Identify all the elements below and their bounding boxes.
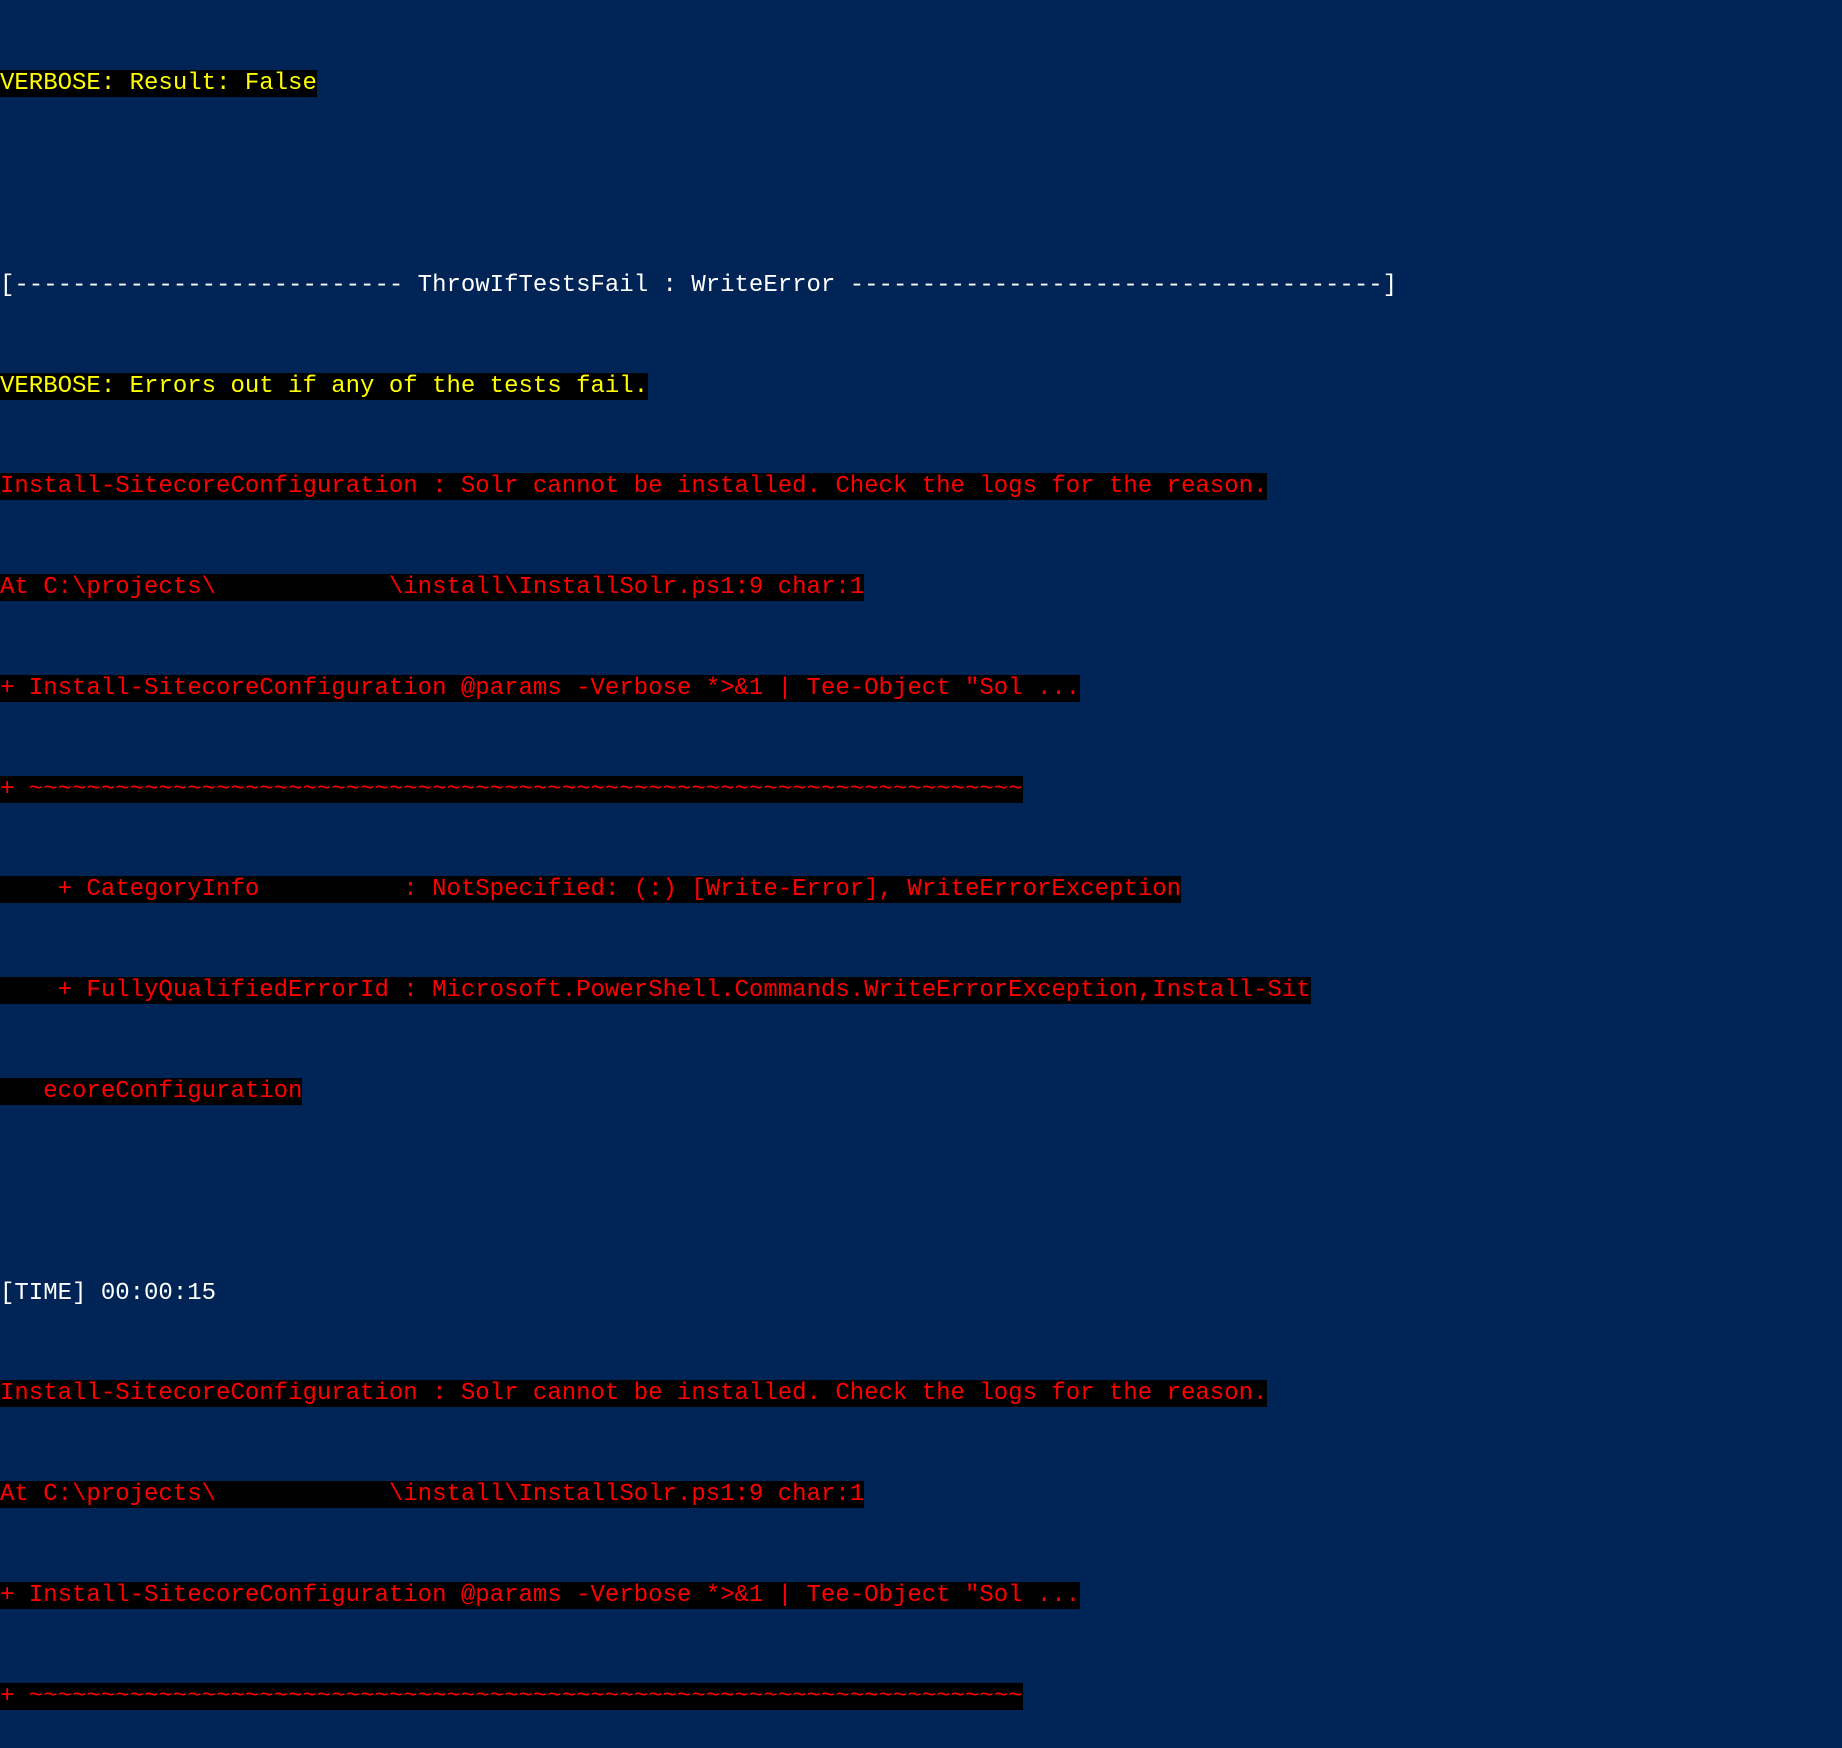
- error-text: ecoreConfiguration: [0, 1078, 302, 1105]
- error-text: Install-SitecoreConfiguration : Solr can…: [0, 1380, 1267, 1407]
- redacted-text: [216, 574, 389, 601]
- error-text: + Install-SitecoreConfiguration @params …: [0, 1582, 1080, 1609]
- blank-line: [0, 1176, 1842, 1210]
- error-line: At C:\projects\ \install\InstallSolr.ps1…: [0, 571, 1842, 605]
- error-line: + ~~~~~~~~~~~~~~~~~~~~~~~~~~~~~~~~~~~~~~…: [0, 1680, 1842, 1714]
- error-line: + Install-SitecoreConfiguration @params …: [0, 672, 1842, 706]
- error-text: At C:\projects\: [0, 1481, 216, 1508]
- error-text: + FullyQualifiedErrorId : Microsoft.Powe…: [0, 977, 1311, 1004]
- error-line: Install-SitecoreConfiguration : Solr can…: [0, 470, 1842, 504]
- error-line: + FullyQualifiedErrorId : Microsoft.Powe…: [0, 974, 1842, 1008]
- error-line: At C:\projects\ \install\InstallSolr.ps1…: [0, 1478, 1842, 1512]
- verbose-text: VERBOSE: Result: False: [0, 70, 317, 97]
- error-text: \install\InstallSolr.ps1:9 char:1: [389, 1481, 864, 1508]
- verbose-line: VERBOSE: Errors out if any of the tests …: [0, 370, 1842, 404]
- error-text: Install-SitecoreConfiguration : Solr can…: [0, 473, 1267, 500]
- error-line: + Install-SitecoreConfiguration @params …: [0, 1579, 1842, 1613]
- time-line: [TIME] 00:00:15: [0, 1277, 1842, 1311]
- error-text: At C:\projects\: [0, 574, 216, 601]
- verbose-text: VERBOSE: Errors out if any of the tests …: [0, 373, 648, 400]
- error-line: Install-SitecoreConfiguration : Solr can…: [0, 1377, 1842, 1411]
- error-text: + Install-SitecoreConfiguration @params …: [0, 675, 1080, 702]
- error-text: + ~~~~~~~~~~~~~~~~~~~~~~~~~~~~~~~~~~~~~~…: [0, 1683, 1023, 1710]
- divider-text: [--------------------------- ThrowIfTest…: [0, 272, 1397, 299]
- error-text: \install\InstallSolr.ps1:9 char:1: [389, 574, 864, 601]
- verbose-line: VERBOSE: Result: False: [0, 67, 1842, 101]
- error-line: + ~~~~~~~~~~~~~~~~~~~~~~~~~~~~~~~~~~~~~~…: [0, 773, 1842, 807]
- time-text: [TIME] 00:00:15: [0, 1280, 216, 1307]
- error-line: + CategoryInfo : NotSpecified: (:) [Writ…: [0, 873, 1842, 907]
- powershell-console[interactable]: VERBOSE: Result: False [----------------…: [0, 0, 1842, 1748]
- blank-line: [0, 168, 1842, 202]
- redacted-text: [216, 1481, 389, 1508]
- error-text: + ~~~~~~~~~~~~~~~~~~~~~~~~~~~~~~~~~~~~~~…: [0, 776, 1023, 803]
- error-text: + CategoryInfo : NotSpecified: (:) [Writ…: [0, 876, 1181, 903]
- error-line: ecoreConfiguration: [0, 1075, 1842, 1109]
- divider-line: [--------------------------- ThrowIfTest…: [0, 269, 1842, 303]
